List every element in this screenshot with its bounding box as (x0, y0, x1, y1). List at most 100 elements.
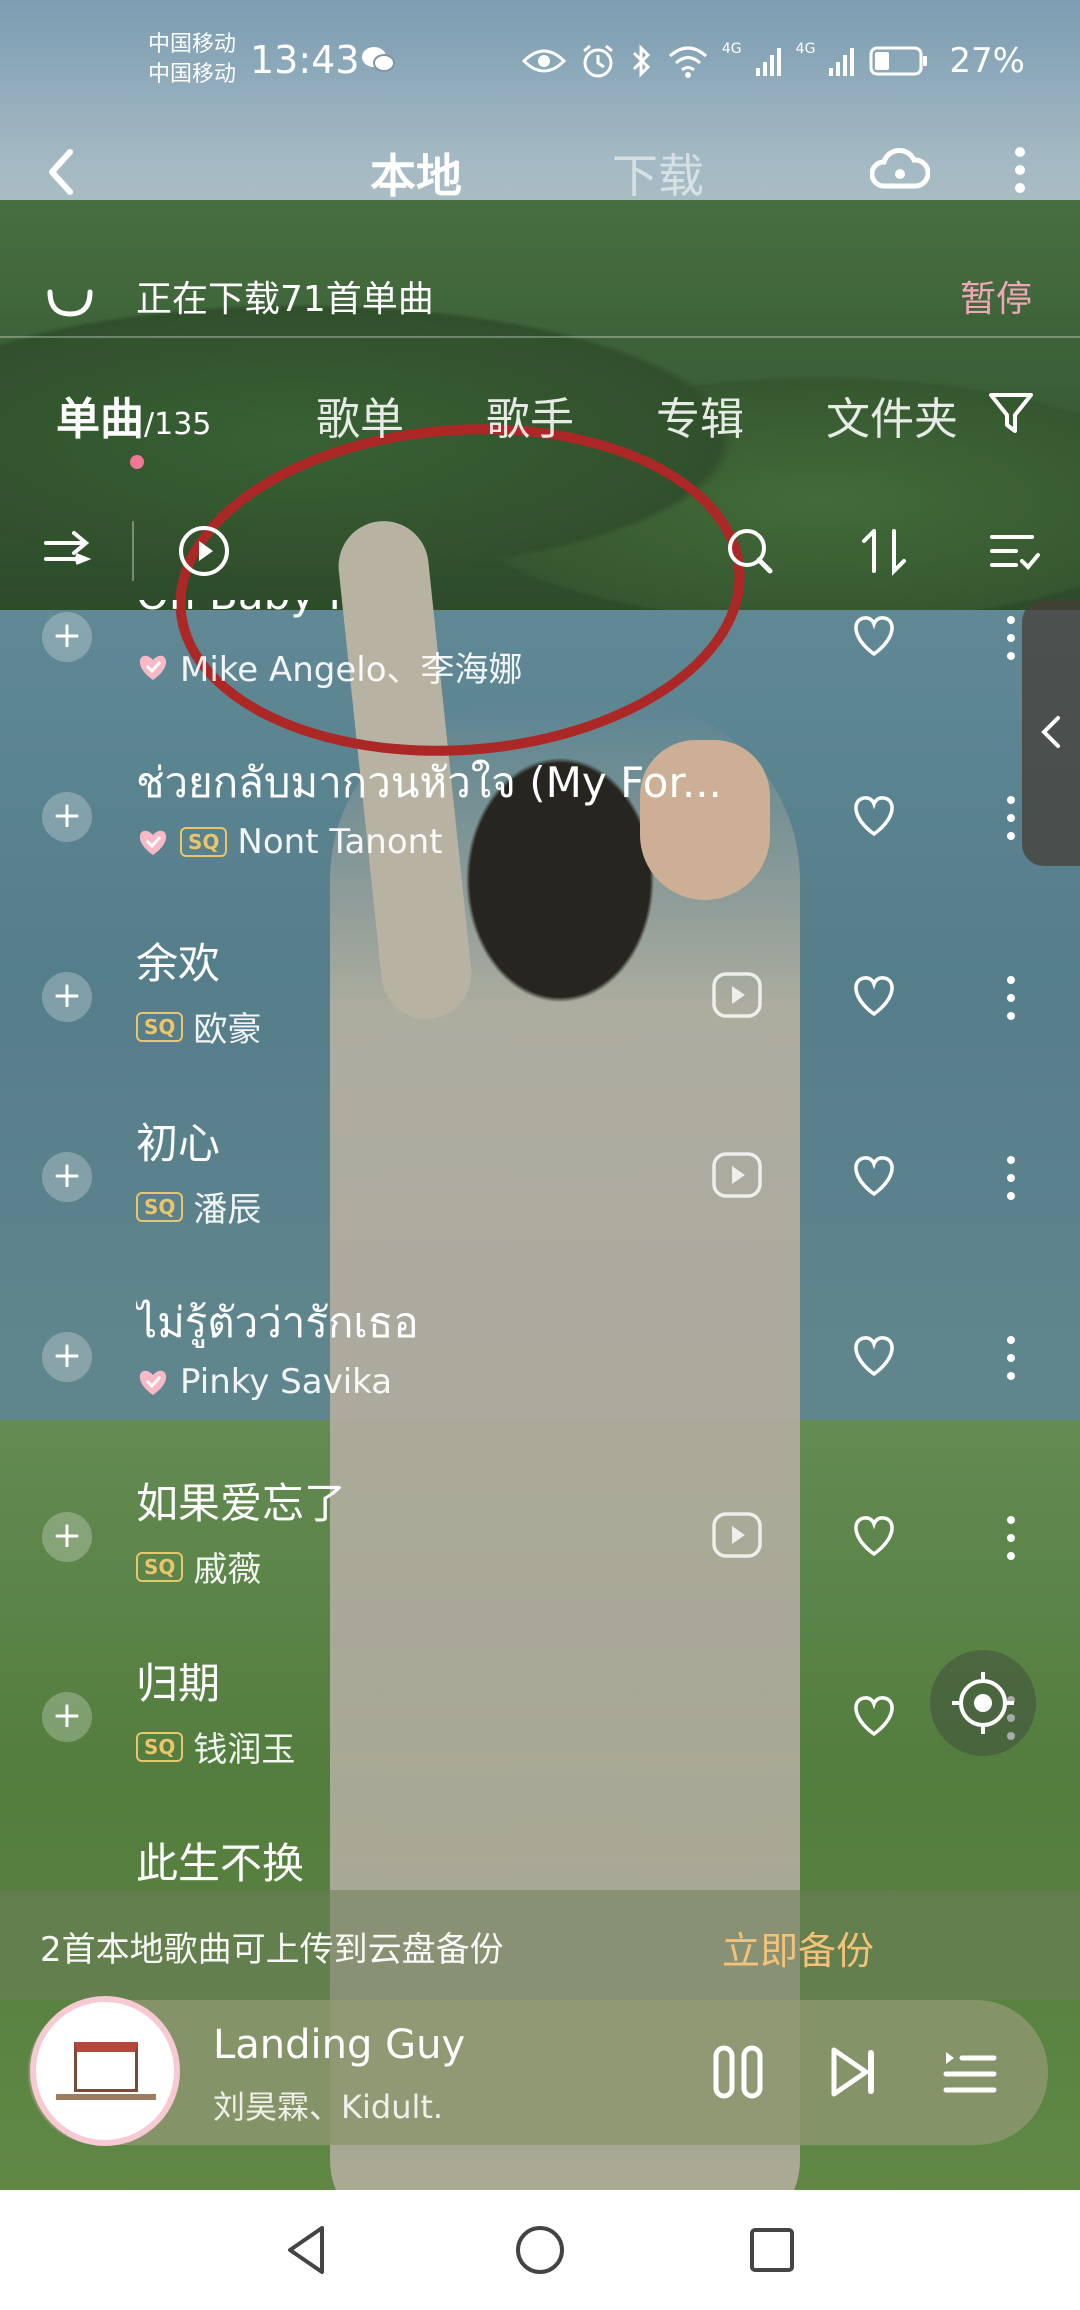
cloud-icon[interactable] (870, 140, 930, 200)
vip-badge-icon (139, 830, 167, 855)
back-arrow-icon[interactable] (40, 142, 84, 202)
tab-local[interactable]: 本地 (370, 140, 462, 206)
add-icon[interactable]: + (42, 1692, 92, 1742)
add-icon[interactable]: + (42, 1512, 92, 1562)
backup-banner: 2首本地歌曲可上传到云盘备份 立即备份 (0, 1890, 1080, 2000)
now-playing-title: Landing Guy (213, 2022, 466, 2068)
carrier-2: 中国移动 (148, 62, 237, 87)
mv-play-icon[interactable] (710, 968, 764, 1022)
loading-spinner-icon (47, 289, 93, 317)
add-icon[interactable]: + (42, 612, 92, 662)
song-artist: 钱润玉 (193, 1730, 296, 1770)
song-meta: SQ 潘辰 (136, 1182, 261, 1231)
add-icon[interactable]: + (42, 972, 92, 1022)
album-art-house (74, 2042, 138, 2092)
mini-player[interactable]: Landing Guy 刘昊霖、Kidult. (28, 1996, 1048, 2146)
album-art-ground (56, 2094, 156, 2100)
song-title: 初心 (136, 1119, 221, 1168)
locate-icon (952, 1672, 1014, 1734)
vip-badge-icon (139, 655, 167, 680)
song-artist: Pinky Savika (180, 1362, 393, 1402)
backup-now-button[interactable]: 立即备份 (722, 1920, 874, 1975)
mv-play-icon[interactable] (710, 1508, 764, 1562)
clock: 13:43 (250, 38, 360, 82)
heart-icon[interactable] (846, 968, 902, 1024)
tab-artists[interactable]: 歌手 (486, 383, 574, 447)
song-title: 余欢 (136, 939, 221, 988)
next-track-icon[interactable] (824, 2042, 884, 2102)
download-banner: 正在下载71首单曲 暂停 (0, 258, 1080, 338)
song-row[interactable]: + 初心 SQ 潘辰 (0, 1110, 1080, 1290)
song-row[interactable]: + Oh Baby I Mike Angelo、李海娜 (0, 600, 1080, 750)
more-icon[interactable] (996, 1148, 1026, 1208)
heart-icon[interactable] (846, 608, 902, 664)
locate-current-button[interactable] (930, 1650, 1036, 1756)
sq-badge: SQ (136, 1551, 184, 1582)
active-tab-indicator (130, 455, 144, 469)
song-title: ช่วยกลับมากวนหัวใจ (My For... (136, 758, 722, 807)
song-artist: Mike Angelo、李海娜 (180, 650, 523, 690)
add-icon[interactable]: + (42, 792, 92, 842)
nav-back-icon[interactable] (278, 2220, 338, 2280)
tab-folders[interactable]: 文件夹 (826, 383, 958, 447)
network-1: 4G (721, 41, 742, 57)
song-title: 如果爱忘了 (136, 1479, 347, 1528)
song-title: ไม่รู้ตัวว่ารักเธอ (136, 1298, 419, 1347)
nav-recents-icon[interactable] (742, 2220, 802, 2280)
song-row[interactable]: + 余欢 SQ 欧豪 (0, 930, 1080, 1110)
pause-icon[interactable] (708, 2042, 768, 2102)
song-row[interactable]: + ไม่รู้ตัวว่ารักเธอ Pinky Savika (0, 1290, 1080, 1470)
filter-icon[interactable] (985, 387, 1037, 439)
song-meta: Pinky Savika (136, 1362, 392, 1402)
search-icon[interactable] (722, 523, 778, 579)
multi-select-icon[interactable] (986, 523, 1042, 579)
category-tabs: 单曲/135 歌单 歌手 专辑 文件夹 (0, 375, 1080, 469)
carrier-labels: 中国移动 中国移动 (148, 30, 236, 90)
add-icon[interactable]: + (42, 1332, 92, 1382)
tab-playlists[interactable]: 歌单 (316, 383, 404, 447)
tab-singles[interactable]: 单曲/135 (56, 383, 211, 447)
tab-download[interactable]: 下载 (612, 140, 704, 206)
battery-percent: 27% (949, 41, 1025, 81)
header: 本地 下载 (0, 130, 1080, 230)
sort-icon[interactable] (856, 523, 912, 579)
carrier-1: 中国移动 (148, 32, 237, 57)
more-icon[interactable] (996, 1328, 1026, 1388)
add-icon[interactable]: + (42, 1152, 92, 1202)
wechat-icon (362, 47, 395, 72)
nav-home-icon[interactable] (510, 2220, 570, 2280)
song-meta: SQ 戚薇 (136, 1542, 261, 1591)
song-meta: Mike Angelo、李海娜 (136, 642, 523, 691)
song-row[interactable]: + 归期 SQ 钱润玉 (0, 1650, 1080, 1830)
heart-icon[interactable] (846, 1328, 902, 1384)
pause-download-button[interactable]: 暂停 (960, 270, 1032, 322)
mv-play-icon[interactable] (710, 1148, 764, 1202)
tab-albums[interactable]: 专辑 (656, 383, 744, 447)
playlist-icon[interactable] (940, 2042, 1000, 2102)
song-artist: 戚薇 (193, 1550, 262, 1590)
heart-icon[interactable] (846, 1148, 902, 1204)
heart-icon[interactable] (846, 1508, 902, 1564)
song-row[interactable]: + ช่วยกลับมากวนหัวใจ (My For... SQ Nont … (0, 750, 1080, 930)
network-2: 4G (795, 41, 816, 57)
play-all-icon[interactable] (176, 523, 232, 579)
status-icons: 4G 4G 27% (521, 36, 1025, 86)
album-art[interactable] (30, 1996, 180, 2146)
more-icon[interactable] (996, 1508, 1026, 1568)
now-playing-artist: 刘昊霖、Kidult. (213, 2088, 444, 2126)
sq-badge: SQ (136, 1011, 184, 1042)
song-row[interactable]: 此生不换 (0, 1830, 1080, 1890)
more-icon[interactable] (1000, 140, 1040, 200)
backup-text: 2首本地歌曲可上传到云盘备份 (40, 1930, 504, 1970)
shuffle-icon[interactable] (40, 523, 96, 579)
more-icon[interactable] (996, 968, 1026, 1028)
heart-icon[interactable] (846, 788, 902, 844)
side-drawer-tab[interactable] (1022, 600, 1080, 866)
song-artist: 潘辰 (193, 1190, 262, 1230)
song-row[interactable]: + 如果爱忘了 SQ 戚薇 (0, 1470, 1080, 1650)
song-artist: Nont Tanont (237, 822, 443, 862)
song-title: 此生不换 (136, 1839, 305, 1888)
song-title: 归期 (136, 1659, 221, 1708)
heart-icon[interactable] (846, 1688, 902, 1744)
status-bar: 中国移动 中国移动 13:43 4G 4G 27% (0, 0, 1080, 130)
